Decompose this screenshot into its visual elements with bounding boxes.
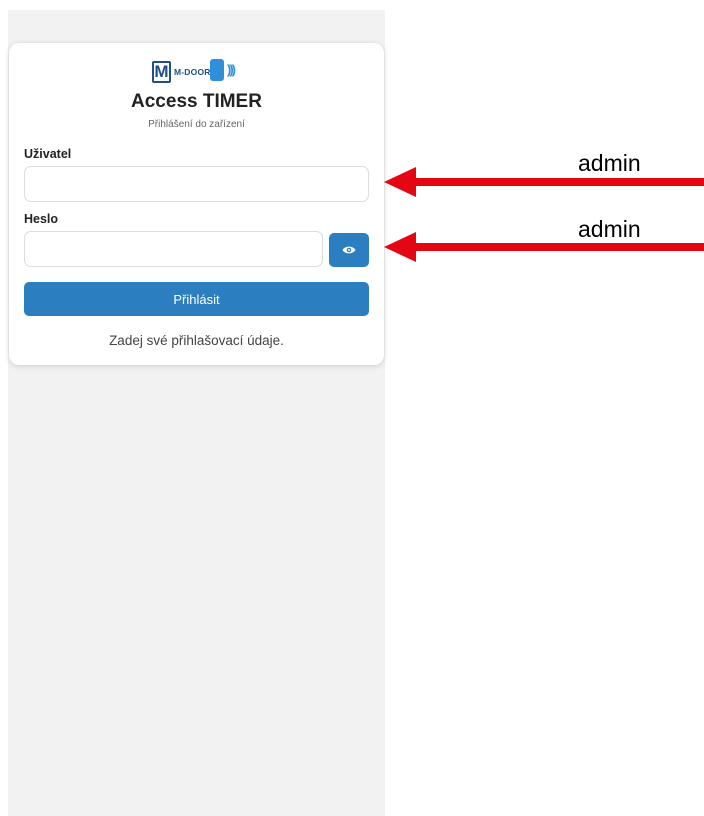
page-title: Access TIMER — [131, 91, 262, 112]
door-icon — [210, 59, 224, 81]
login-card: M M-DOOR ))) Access TIMER Přihlášení do … — [9, 43, 384, 365]
logo-letter: M — [152, 61, 171, 83]
logo-text: M-DOOR — [174, 67, 211, 77]
eye-icon — [342, 246, 356, 254]
password-input[interactable] — [24, 231, 323, 267]
login-button[interactable]: Přihlásit — [24, 282, 369, 316]
username-input[interactable] — [24, 166, 369, 202]
screenshot-stage: M M-DOOR ))) Access TIMER Přihlášení do … — [0, 0, 704, 816]
arrow-left-icon — [384, 167, 704, 197]
page-subtitle: Přihlášení do zařízení — [148, 119, 245, 130]
m-door-logo: M M-DOOR ))) — [152, 58, 252, 86]
username-label: Uživatel — [24, 147, 72, 161]
password-label: Heslo — [24, 212, 59, 226]
arrow-left-icon — [384, 232, 704, 262]
signal-waves-icon: ))) — [227, 62, 236, 77]
show-password-button[interactable] — [329, 233, 369, 267]
login-hint: Zadej své přihlašovací údaje. — [109, 333, 284, 348]
